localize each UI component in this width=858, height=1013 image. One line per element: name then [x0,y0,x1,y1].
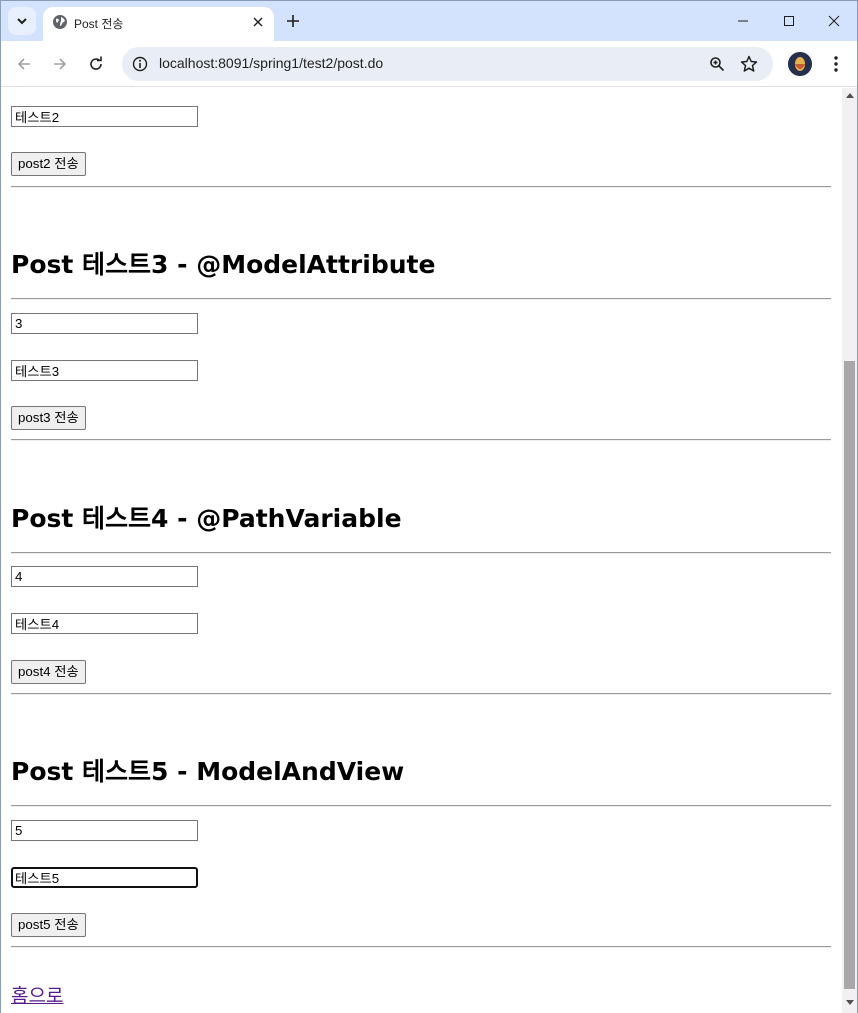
browser-toolbar: localhost:8091/spring1/test2/post.do [1,41,857,87]
back-arrow-icon [17,58,30,70]
browser-menu-button[interactable] [824,51,848,77]
chevron-down-icon [17,18,27,25]
minimize-icon [738,20,748,22]
post5-name-input[interactable] [11,867,198,888]
minimize-button[interactable] [723,7,763,35]
address-bar[interactable]: localhost:8091/spring1/test2/post.do [122,47,773,81]
site-info-button[interactable] [129,53,151,75]
vertical-scrollbar[interactable] [842,88,857,1013]
divider [11,693,831,695]
divider [11,805,831,807]
more-vert-icon [834,56,838,72]
maximize-icon [784,16,794,26]
globe-icon [53,15,67,29]
home-link[interactable]: 홈으로 [11,981,63,1008]
zoom-icon [710,57,725,72]
reload-button[interactable] [83,51,109,77]
title-bar: Post 전송 [1,1,857,41]
post3-id-input[interactable] [11,313,198,334]
forward-button[interactable] [47,51,73,77]
site-info-icon [132,56,148,72]
tab-title: Post 전송 [74,17,124,31]
post4-id-input[interactable] [11,566,198,587]
zoom-button[interactable] [706,53,728,75]
post4-submit-button[interactable]: post4 전송 [11,660,86,684]
post2-submit-button[interactable]: post2 전송 [11,152,86,176]
post3-submit-button[interactable]: post3 전송 [11,406,86,430]
browser-window: Post 전송 localhost:8091/spring1/test2/pos… [0,0,858,1013]
tab-search-button[interactable] [8,7,36,35]
plus-icon [287,15,299,27]
new-tab-button[interactable] [283,11,303,31]
close-window-button[interactable] [814,7,854,35]
post3-name-input[interactable] [11,360,198,381]
profile-avatar[interactable] [788,52,812,76]
scroll-thumb[interactable] [844,361,855,989]
forward-arrow-icon [54,58,67,70]
close-icon [828,15,840,27]
section5-heading: Post 테스트5 - ModelAndView [11,757,405,786]
active-tab[interactable]: Post 전송 [43,7,274,41]
post2-name-input[interactable] [11,106,198,127]
page-viewport: post2 전송 Post 테스트3 - @ModelAttribute pos… [1,88,842,1013]
url-text: localhost:8091/spring1/test2/post.do [159,55,384,71]
divider [11,439,831,441]
post4-name-input[interactable] [11,613,198,634]
divider [11,186,831,188]
section3-heading: Post 테스트3 - @ModelAttribute [11,250,436,279]
avatar-icon [788,52,812,76]
section4-heading: Post 테스트4 - @PathVariable [11,504,402,533]
divider [11,552,831,554]
divider [11,946,831,948]
post5-id-input[interactable] [11,820,198,841]
bookmark-button[interactable] [738,53,760,75]
tab-close-button[interactable] [249,13,267,31]
star-icon [740,55,758,72]
back-button[interactable] [11,51,37,77]
scroll-down-arrow-icon[interactable] [846,1000,854,1005]
post5-submit-button[interactable]: post5 전송 [11,913,86,937]
maximize-button[interactable] [769,7,809,35]
reload-icon [90,56,102,70]
close-icon [253,17,263,27]
divider [11,298,831,300]
scroll-up-arrow-icon[interactable] [846,93,854,98]
